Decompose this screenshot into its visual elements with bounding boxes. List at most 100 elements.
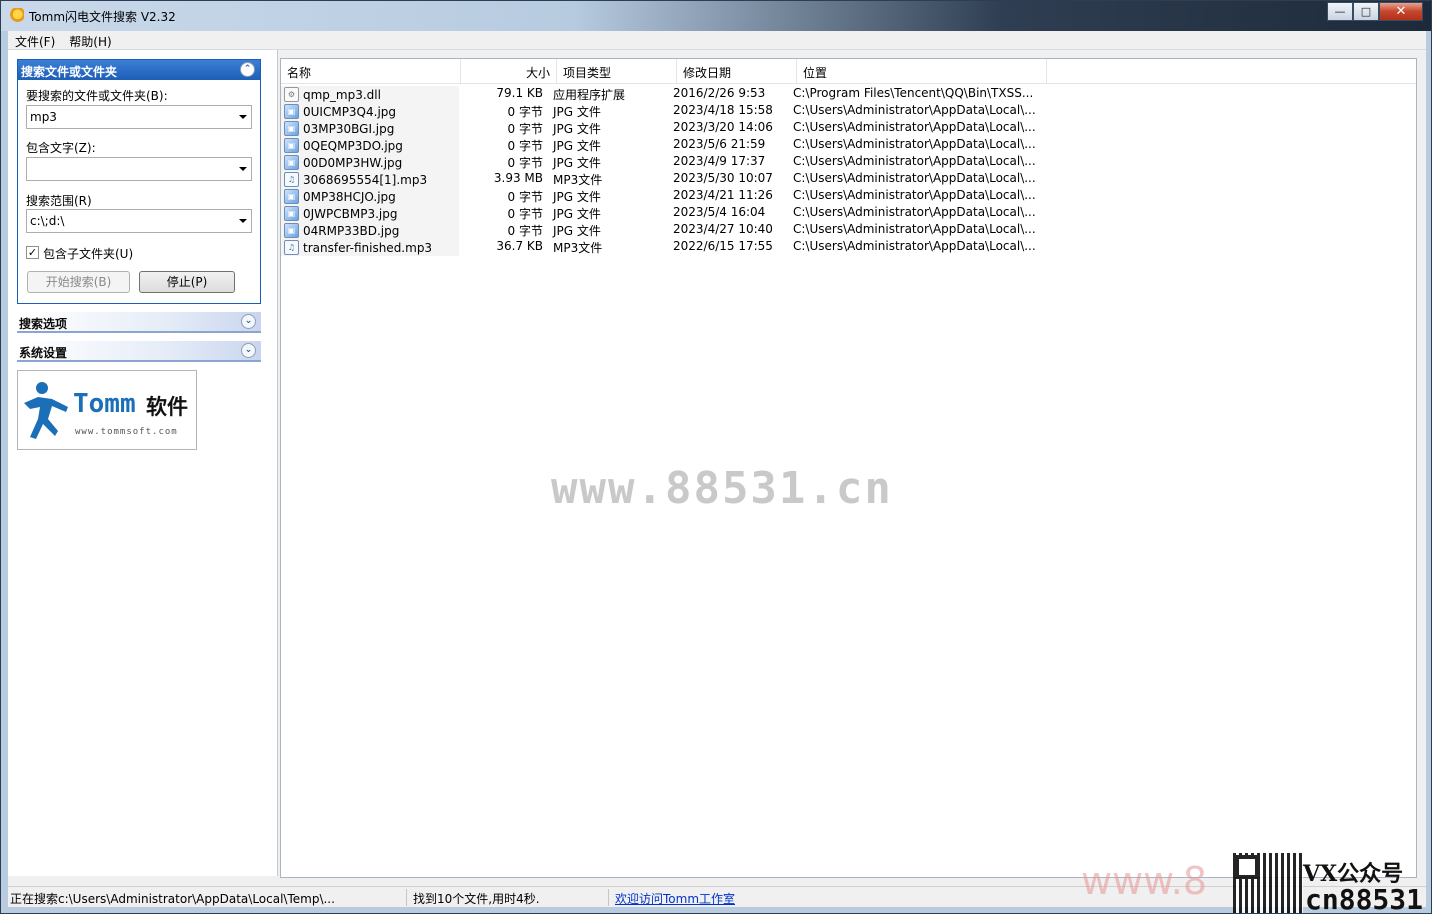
search-scope-combo[interactable]: c:\;d:\ — [26, 209, 252, 233]
chevron-down-icon[interactable]: ⌄ — [241, 314, 256, 329]
results-rows: ⚙ qmp_mp3.dll 79.1 KB 应用程序扩展 2016/2/26 9:53 C… — [281, 86, 1039, 256]
cell-type: MP3文件 — [553, 173, 603, 187]
cell-name: ▣ 0UICMP3Q4.jpg — [281, 103, 459, 120]
close-button[interactable]: ✕ — [1379, 2, 1423, 21]
cell-size: 0 字节 — [507, 122, 543, 136]
start-search-button[interactable]: 开始搜索(B) — [27, 271, 130, 293]
dropdown-arrow-icon[interactable] — [239, 115, 247, 119]
file-name: 0MP38HCJO.jpg — [303, 189, 396, 204]
cell-type: JPG 文件 — [553, 156, 601, 170]
client-area: 文件(F) 帮助(H) 搜索文件或文件夹 ⌃ 要搜索的文件或文件夹(B): mp… — [8, 31, 1426, 907]
column-type[interactable]: 项目类型 — [557, 59, 677, 84]
column-date[interactable]: 修改日期 — [677, 59, 797, 84]
system-settings-title: 系统设置 — [19, 346, 68, 360]
cell-size: 0 字节 — [507, 139, 543, 153]
cell-location: C:\Users\Administrator\AppData\Local\... — [793, 120, 1036, 134]
title-bar[interactable]: Tomm闪电文件搜索 V2.32 — □ ✕ — [1, 1, 1431, 31]
dropdown-arrow-icon[interactable] — [239, 167, 247, 171]
tomm-logo[interactable]: Tomm 软件 www.tommsoft.com — [17, 370, 197, 450]
status-divider — [406, 889, 407, 906]
cell-date: 2023/5/6 21:59 — [673, 137, 766, 151]
search-name-combo[interactable]: mp3 — [26, 105, 252, 129]
stop-button[interactable]: 停止(P) — [139, 271, 235, 293]
cell-location: C:\Users\Administrator\AppData\Local\... — [793, 171, 1036, 185]
cell-date: 2023/4/9 17:37 — [673, 154, 766, 168]
image-file-icon: ▣ — [284, 223, 299, 238]
contains-text-combo[interactable] — [26, 157, 252, 181]
cell-type: JPG 文件 — [553, 207, 601, 221]
column-size[interactable]: 大小 — [461, 59, 557, 84]
cell-name: ♫ transfer-finished.mp3 — [281, 239, 459, 256]
file-name: 0JWPCBMP3.jpg — [303, 206, 398, 221]
left-panel: 搜索文件或文件夹 ⌃ 要搜索的文件或文件夹(B): mp3 包含文字(Z): 搜… — [8, 50, 278, 876]
results-header: 名称 大小 项目类型 修改日期 位置 — [281, 59, 1416, 84]
status-searching: 正在搜索c:\Users\Administrator\AppData\Local… — [10, 892, 335, 906]
cell-type: JPG 文件 — [553, 224, 601, 238]
image-file-icon: ▣ — [284, 206, 299, 221]
search-name-label: 要搜索的文件或文件夹(B): — [26, 89, 168, 103]
table-row[interactable]: ▣ 03MP30BGI.jpg 0 字节 JPG 文件 2023/3/20 14:06 C… — [281, 120, 1039, 137]
search-name-value: mp3 — [30, 110, 57, 124]
chevron-up-icon[interactable]: ⌃ — [240, 62, 255, 77]
cell-name: ⚙ qmp_mp3.dll — [281, 86, 459, 103]
menu-help[interactable]: 帮助(H) — [62, 31, 118, 49]
vx-code: cn88531 — [1305, 883, 1424, 914]
status-bar: 正在搜索c:\Users\Administrator\AppData\Local… — [8, 886, 1426, 907]
search-scope-value: c:\;d:\ — [30, 214, 65, 228]
table-row[interactable]: ▣ 0QEQMP3DO.jpg 0 字节 JPG 文件 2023/5/6 21:59 C:… — [281, 137, 1039, 154]
cell-location: C:\Users\Administrator\AppData\Local\... — [793, 137, 1036, 151]
subfolder-checkbox[interactable]: ✓ — [26, 246, 39, 259]
menu-file[interactable]: 文件(F) — [8, 31, 62, 49]
watermark-text: www.88531.cn — [551, 463, 893, 514]
search-options-header[interactable]: 搜索选项 ⌄ — [17, 312, 261, 333]
cell-name: ▣ 0JWPCBMP3.jpg — [281, 205, 459, 222]
file-name: qmp_mp3.dll — [303, 87, 381, 102]
window-title: Tomm闪电文件搜索 V2.32 — [29, 10, 176, 24]
image-file-icon: ▣ — [284, 104, 299, 119]
contains-text-label: 包含文字(Z): — [26, 141, 96, 155]
table-row[interactable]: ⚙ qmp_mp3.dll 79.1 KB 应用程序扩展 2016/2/26 9:53 C… — [281, 86, 1039, 103]
app-icon — [8, 8, 24, 24]
table-row[interactable]: ▣ 0MP38HCJO.jpg 0 字节 JPG 文件 2023/4/21 11:26 C… — [281, 188, 1039, 205]
cell-location: C:\Users\Administrator\AppData\Local\... — [793, 103, 1036, 117]
dropdown-arrow-icon[interactable] — [239, 219, 247, 223]
app-window: Tomm闪电文件搜索 V2.32 — □ ✕ 文件(F) 帮助(H) 搜索文件或… — [0, 0, 1432, 914]
cell-size: 0 字节 — [507, 190, 543, 204]
cell-location: C:\Users\Administrator\AppData\Local\... — [793, 205, 1036, 219]
file-name: 0UICMP3Q4.jpg — [303, 104, 397, 119]
cell-date: 2016/2/26 9:53 — [673, 86, 766, 100]
cell-name: ▣ 03MP30BGI.jpg — [281, 120, 459, 137]
chevron-down-icon[interactable]: ⌄ — [241, 343, 256, 358]
cell-size: 0 字节 — [507, 224, 543, 238]
cell-type: JPG 文件 — [553, 190, 601, 204]
cell-date: 2023/5/4 16:04 — [673, 205, 766, 219]
status-result: 找到10个文件,用时4秒. — [413, 892, 540, 906]
maximize-button[interactable]: □ — [1353, 2, 1379, 21]
table-row[interactable]: ♫ 3068695554[1].mp3 3.93 MB MP3文件 2023/5/30 … — [281, 171, 1039, 188]
corner-watermark: www.8 — [1081, 859, 1208, 903]
system-settings-header[interactable]: 系统设置 ⌄ — [17, 341, 261, 362]
table-row[interactable]: ▣ 0JWPCBMP3.jpg 0 字节 JPG 文件 2023/5/4 16:04 C:… — [281, 205, 1039, 222]
file-name: 00D0MP3HW.jpg — [303, 155, 403, 170]
cell-location: C:\Users\Administrator\AppData\Local\... — [793, 154, 1036, 168]
tomm-studio-link[interactable]: 欢迎访问Tomm工作室 — [615, 890, 735, 907]
cell-name: ▣ 0MP38HCJO.jpg — [281, 188, 459, 205]
cell-date: 2023/4/21 11:26 — [673, 188, 773, 202]
cell-type: JPG 文件 — [553, 105, 601, 119]
table-row[interactable]: ▣ 04RMP33BD.jpg 0 字节 JPG 文件 2023/4/27 10:40 C… — [281, 222, 1039, 239]
search-group-header[interactable]: 搜索文件或文件夹 ⌃ — [18, 60, 260, 80]
table-row[interactable]: ▣ 0UICMP3Q4.jpg 0 字节 JPG 文件 2023/4/18 15:58 C… — [281, 103, 1039, 120]
column-location[interactable]: 位置 — [797, 59, 1047, 84]
table-row[interactable]: ♫ transfer-finished.mp3 36.7 KB MP3文件 2022/6… — [281, 239, 1039, 256]
column-name[interactable]: 名称 — [281, 59, 461, 84]
cell-location: C:\Users\Administrator\AppData\Local\... — [793, 188, 1036, 202]
cell-type: MP3文件 — [553, 241, 603, 255]
cell-size: 36.7 KB — [496, 239, 543, 253]
logo-brand-cn: 软件 — [146, 395, 188, 419]
cell-name: ▣ 0QEQMP3DO.jpg — [281, 137, 459, 154]
table-row[interactable]: ▣ 00D0MP3HW.jpg 0 字节 JPG 文件 2023/4/9 17:37 C:… — [281, 154, 1039, 171]
minimize-button[interactable]: — — [1327, 2, 1353, 21]
search-group-title: 搜索文件或文件夹 — [21, 65, 118, 79]
cell-size: 3.93 MB — [493, 171, 543, 185]
cell-location: C:\Users\Administrator\AppData\Local\... — [793, 222, 1036, 236]
